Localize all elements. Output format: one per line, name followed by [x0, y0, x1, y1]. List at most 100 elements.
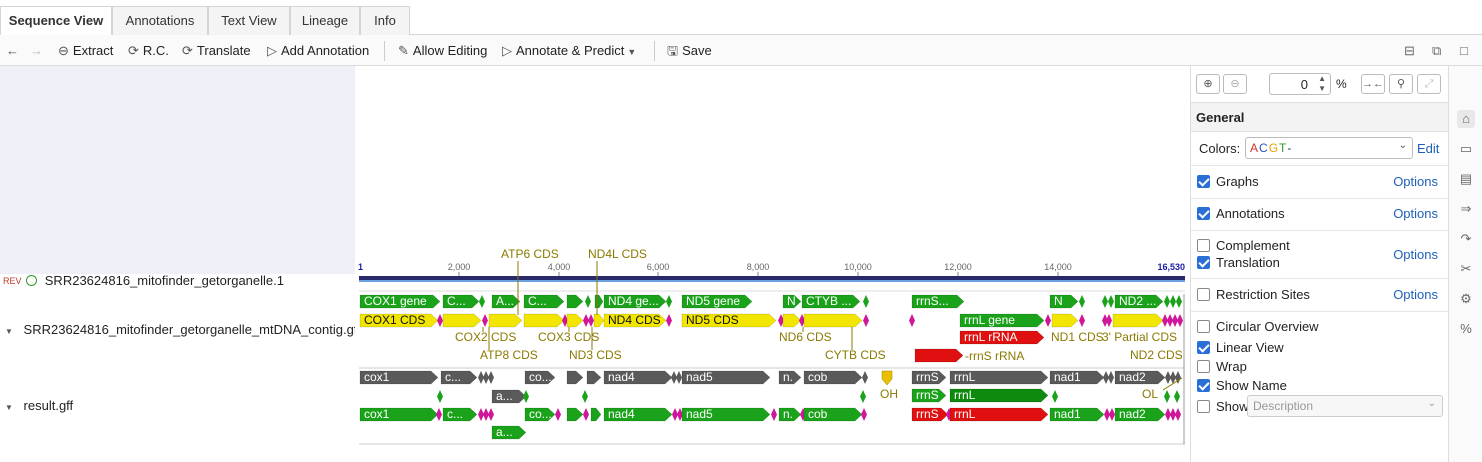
- show-checkbox-row[interactable]: Show: [1197, 399, 1249, 414]
- complement-checkbox-row[interactable]: Complement: [1197, 238, 1290, 253]
- intergenic-marker[interactable]: [1106, 314, 1112, 327]
- intergenic-marker[interactable]: [666, 314, 672, 327]
- rrns-rrna-feature[interactable]: [914, 348, 964, 363]
- restriction-sites-checkbox[interactable]: [1197, 288, 1210, 301]
- nd6-cds-feature[interactable]: [782, 313, 802, 328]
- annotate-predict-button[interactable]: ▷ Annotate & Predict ▼: [502, 35, 636, 66]
- arrow-right-icon[interactable]: ⇒: [1457, 200, 1475, 218]
- show-checkbox[interactable]: [1197, 400, 1210, 413]
- general-section-header[interactable]: General: [1191, 102, 1449, 132]
- intergenic-marker[interactable]: [1079, 295, 1085, 308]
- minimize-panel-icon[interactable]: ⊟: [1404, 35, 1415, 66]
- intergenic-marker[interactable]: [1174, 390, 1180, 403]
- graphs-checkbox-row[interactable]: Graphs: [1197, 174, 1259, 189]
- track-row-result-gff[interactable]: ▼ result.gff: [5, 398, 73, 413]
- tab-annotations[interactable]: Annotations: [112, 6, 208, 35]
- spinner-icon[interactable]: ▲ ▼: [1318, 74, 1326, 94]
- intergenic-marker[interactable]: [1079, 314, 1085, 327]
- restriction-sites-checkbox-row[interactable]: Restriction Sites: [1197, 287, 1310, 302]
- intergenic-marker[interactable]: [1176, 295, 1182, 308]
- intergenic-marker[interactable]: [863, 314, 869, 327]
- nd4l-grey-feature[interactable]: [586, 370, 602, 385]
- intergenic-marker[interactable]: [1170, 295, 1176, 308]
- intergenic-marker[interactable]: [1177, 314, 1183, 327]
- tab-text-view[interactable]: Text View: [208, 6, 290, 35]
- nd4l-gene-feature[interactable]: [594, 294, 604, 309]
- track-row-contig-gff[interactable]: ▼ SRR23624816_mitofinder_getorganelle_mt…: [5, 322, 361, 337]
- zoom-out-icon[interactable]: ⊖: [1223, 74, 1247, 94]
- maximize-panel-icon[interactable]: □: [1460, 35, 1468, 66]
- intergenic-marker[interactable]: [862, 371, 868, 384]
- bar-chart-icon[interactable]: ▤: [1457, 170, 1475, 188]
- intergenic-marker[interactable]: [1045, 314, 1051, 327]
- nd2-cds-feature[interactable]: [1112, 313, 1164, 328]
- cox3-cds-feature[interactable]: [523, 313, 565, 328]
- wrap-checkbox[interactable]: [1197, 360, 1210, 373]
- tab-lineage[interactable]: Lineage: [290, 6, 360, 35]
- intergenic-marker[interactable]: [1052, 390, 1058, 403]
- intergenic-marker[interactable]: [1102, 295, 1108, 308]
- intergenic-marker[interactable]: [860, 390, 866, 403]
- linear-view-checkbox[interactable]: [1197, 341, 1210, 354]
- intergenic-marker[interactable]: [523, 390, 529, 403]
- scissors-icon[interactable]: ✂: [1457, 260, 1475, 278]
- show-field-select[interactable]: Description ⌄: [1247, 395, 1443, 417]
- zoom-in-icon[interactable]: ⊕: [1196, 74, 1220, 94]
- zoom-input[interactable]: 0 ▲ ▼: [1269, 73, 1331, 95]
- intergenic-marker[interactable]: [555, 408, 561, 421]
- extract-button[interactable]: ⊖ Extract: [58, 35, 113, 66]
- intergenic-marker[interactable]: [437, 390, 443, 403]
- ruler-bar-shadow[interactable]: [359, 280, 1185, 282]
- intergenic-marker[interactable]: [479, 295, 485, 308]
- gear-icon[interactable]: ⚙: [1457, 290, 1475, 308]
- translate-button[interactable]: ⟳ Translate: [182, 35, 251, 66]
- fullscreen-icon[interactable]: ⤢: [1417, 74, 1441, 94]
- graphs-checkbox[interactable]: [1197, 175, 1210, 188]
- wrap-checkbox-row[interactable]: Wrap: [1197, 359, 1247, 374]
- colors-select[interactable]: ACGT- ⌄: [1245, 137, 1413, 159]
- intergenic-marker[interactable]: [488, 408, 494, 421]
- zoom-to-base-icon[interactable]: ⚲: [1389, 74, 1413, 94]
- intergenic-marker[interactable]: [1108, 295, 1114, 308]
- intergenic-marker[interactable]: [1175, 408, 1181, 421]
- complement-checkbox[interactable]: [1197, 239, 1210, 252]
- save-button[interactable]: 🖫 Save: [667, 35, 712, 66]
- home-icon[interactable]: ⌂: [1457, 110, 1475, 128]
- atp6-cds-feature[interactable]: [488, 313, 523, 328]
- nd3-cds-feature[interactable]: [566, 313, 584, 328]
- intergenic-marker[interactable]: [676, 371, 682, 384]
- intergenic-marker[interactable]: [1108, 371, 1114, 384]
- fit-width-icon[interactable]: →←: [1361, 74, 1385, 94]
- translation-checkbox[interactable]: [1197, 256, 1210, 269]
- sequence-name-row[interactable]: REV SRR23624816_mitofinder_getorganelle.…: [3, 273, 284, 288]
- cytb-cds-feature[interactable]: [803, 313, 863, 328]
- translation-checkbox-row[interactable]: Translation: [1197, 255, 1280, 270]
- show-name-checkbox[interactable]: [1197, 379, 1210, 392]
- intergenic-marker[interactable]: [582, 390, 588, 403]
- restriction-sites-options-link[interactable]: Options: [1393, 287, 1438, 302]
- intergenic-marker[interactable]: [436, 408, 442, 421]
- sequence-track-area[interactable]: 1 16,530 2,000 4,000 6,000 8,000 10,000 12,000 1…: [355, 66, 1190, 462]
- tab-info[interactable]: Info: [360, 6, 410, 35]
- nd4l-green-feature[interactable]: [590, 407, 602, 422]
- intergenic-marker[interactable]: [1109, 408, 1115, 421]
- circular-overview-checkbox-row[interactable]: Circular Overview: [1197, 319, 1319, 334]
- intergenic-marker[interactable]: [1164, 295, 1170, 308]
- intergenic-marker[interactable]: [437, 314, 443, 327]
- translation-options-link[interactable]: Options: [1393, 247, 1438, 262]
- forward-arrow-icon[interactable]: →: [30, 35, 43, 66]
- intergenic-marker[interactable]: [482, 314, 488, 327]
- allow-editing-button[interactable]: ✎ Allow Editing: [398, 35, 487, 66]
- cox2-cds-feature[interactable]: [442, 313, 482, 328]
- intergenic-marker[interactable]: [861, 408, 867, 421]
- intergenic-marker[interactable]: [583, 408, 589, 421]
- percent-icon[interactable]: %: [1457, 320, 1475, 338]
- nd3-gene-feature[interactable]: [566, 294, 584, 309]
- restore-panel-icon[interactable]: ⧉: [1432, 35, 1441, 66]
- intergenic-marker[interactable]: [771, 408, 777, 421]
- ruler-bar[interactable]: [359, 276, 1185, 280]
- tab-sequence-view[interactable]: Sequence View: [0, 6, 112, 36]
- rc-button[interactable]: ⟳ R.C.: [128, 35, 169, 66]
- annotations-checkbox-row[interactable]: Annotations: [1197, 206, 1285, 221]
- export-icon[interactable]: ↷: [1457, 230, 1475, 248]
